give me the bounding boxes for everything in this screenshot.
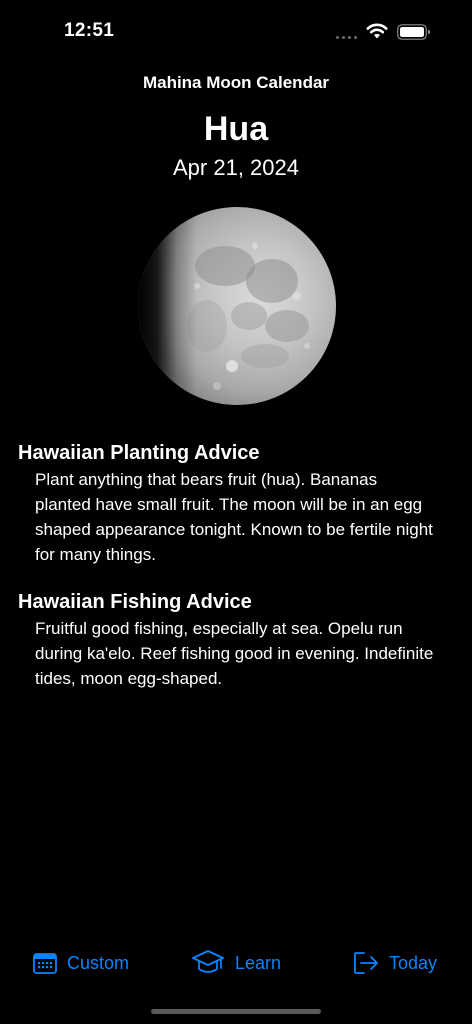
status-bar: 12:51 [0, 0, 472, 64]
date-label: Apr 21, 2024 [173, 155, 299, 180]
tab-learn-label: Learn [235, 952, 282, 973]
home-indicator[interactable] [151, 1009, 321, 1014]
fishing-advice-heading: Hawaiian Fishing Advice [18, 591, 252, 613]
graduation-cap-icon [192, 950, 224, 973]
calendar-icon [33, 953, 57, 974]
cellular-signal-icon [336, 34, 358, 40]
planting-advice-heading: Hawaiian Planting Advice [18, 442, 260, 464]
app-title: Mahina Moon Calendar [142, 73, 330, 92]
forward-arrow-icon [354, 952, 378, 974]
moon-icon [138, 207, 336, 405]
fishing-advice-section: Hawaiian Fishing Advice Fruitful good fi… [18, 590, 438, 691]
tab-today-label: Today [389, 952, 438, 973]
fishing-advice-text: Fruitful good fishing, especially at sea… [35, 619, 434, 688]
tab-custom-label: Custom [67, 952, 130, 973]
planting-advice-text: Plant anything that bears fruit (hua). B… [35, 470, 433, 564]
planting-advice-section: Hawaiian Planting Advice Plant anything … [18, 441, 438, 567]
tab-today[interactable]: Today [353, 940, 437, 986]
tab-bar: Custom Learn Today [0, 940, 472, 986]
wifi-icon [366, 23, 388, 39]
tab-learn[interactable]: Learn [191, 940, 281, 986]
moon-phase-name: Hua [203, 110, 269, 148]
status-time: 12:51 [64, 20, 115, 41]
tab-custom[interactable]: Custom [33, 940, 129, 986]
battery-icon [397, 24, 430, 40]
moon-phase-image [137, 206, 337, 406]
